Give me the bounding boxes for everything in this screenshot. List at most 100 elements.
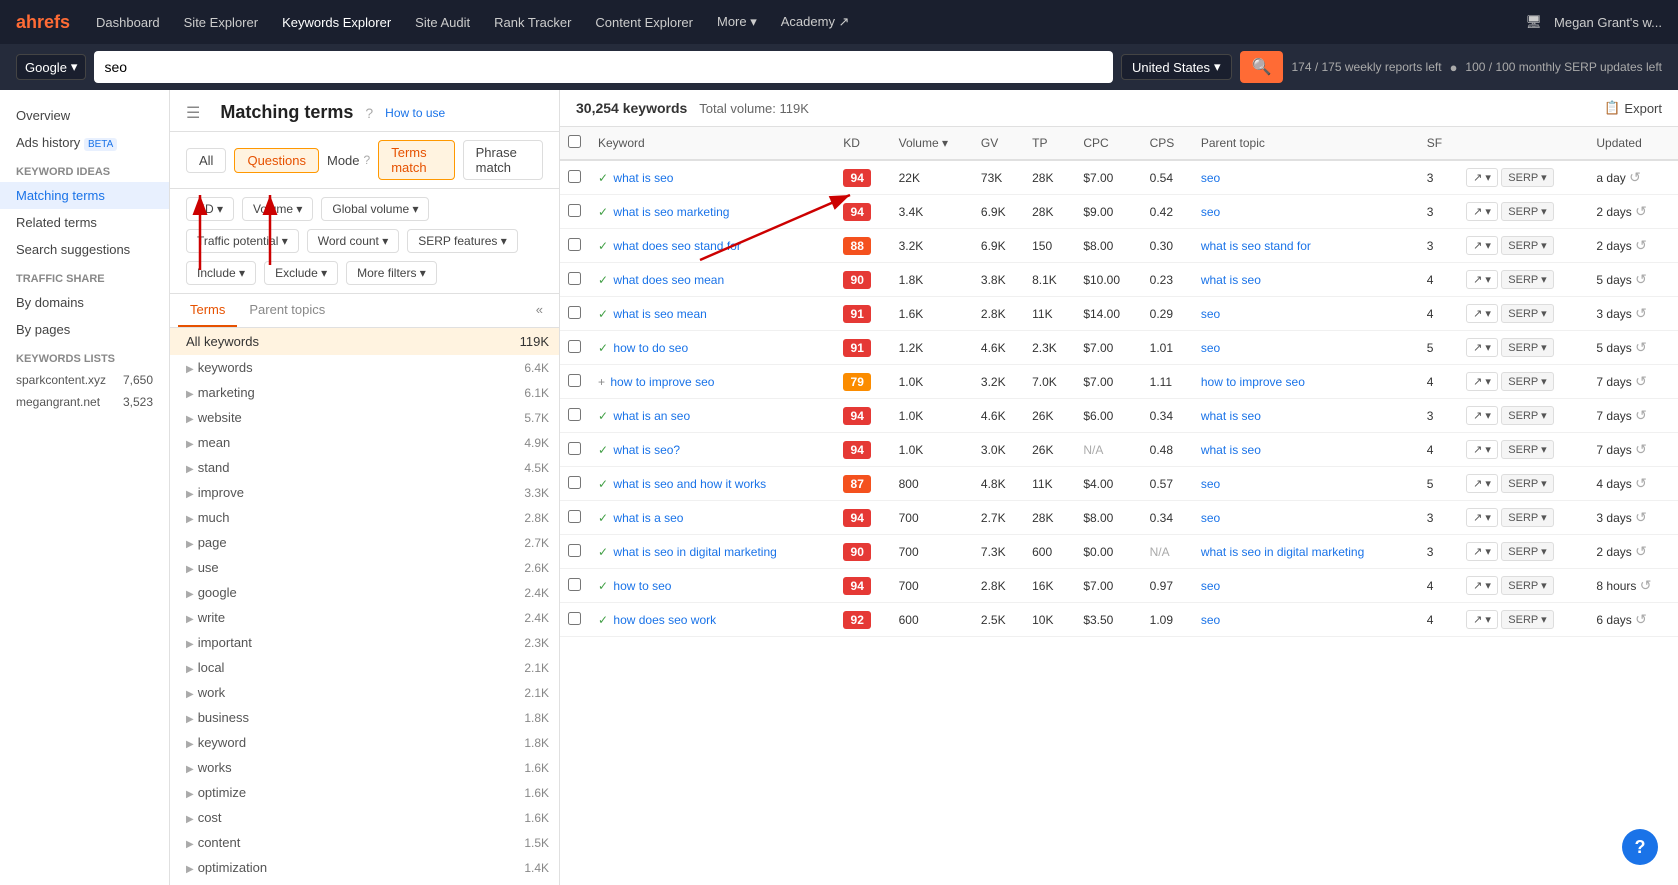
- kw-group-item[interactable]: ▶website5.7K: [170, 405, 559, 430]
- serp-button[interactable]: SERP ▾: [1501, 168, 1553, 187]
- kw-group-all[interactable]: All keywords 119K: [170, 328, 559, 355]
- keyword-link[interactable]: what is seo marketing: [613, 205, 729, 219]
- row-checkbox[interactable]: [568, 408, 581, 421]
- refresh-icon[interactable]: ↺: [1635, 475, 1647, 491]
- kw-group-item[interactable]: ▶mean4.9K: [170, 430, 559, 455]
- sidebar-item-by-pages[interactable]: By pages: [0, 316, 169, 343]
- trend-button[interactable]: ↗ ▾: [1466, 304, 1498, 323]
- parent-topic-link[interactable]: seo: [1201, 307, 1220, 321]
- serp-button[interactable]: SERP ▾: [1501, 440, 1553, 459]
- trend-button[interactable]: ↗ ▾: [1466, 270, 1498, 289]
- kw-group-item[interactable]: ▶optimization1.4K: [170, 855, 559, 880]
- refresh-icon[interactable]: ↺: [1635, 407, 1647, 423]
- serp-button[interactable]: SERP ▾: [1501, 304, 1553, 323]
- refresh-icon[interactable]: ↺: [1635, 509, 1647, 525]
- filter-word-count[interactable]: Word count ▾: [307, 229, 400, 253]
- row-checkbox[interactable]: [568, 476, 581, 489]
- kw-group-item[interactable]: ▶local2.1K: [170, 655, 559, 680]
- kw-tab-terms[interactable]: Terms: [178, 294, 237, 327]
- keyword-link[interactable]: what is a seo: [613, 511, 683, 525]
- kw-tab-parent-topics[interactable]: Parent topics: [237, 294, 337, 327]
- nav-site-audit[interactable]: Site Audit: [405, 11, 480, 34]
- kw-group-item[interactable]: ▶keywords6.4K: [170, 355, 559, 380]
- tab-terms-match[interactable]: Terms match: [378, 140, 454, 180]
- kw-group-item[interactable]: ▶find1.4K: [170, 880, 559, 885]
- filter-more[interactable]: More filters ▾: [346, 261, 437, 285]
- trend-button[interactable]: ↗ ▾: [1466, 576, 1498, 595]
- keyword-link[interactable]: how to seo: [613, 579, 671, 593]
- kw-group-item[interactable]: ▶work2.1K: [170, 680, 559, 705]
- how-to-link[interactable]: How to use: [385, 106, 445, 120]
- refresh-icon[interactable]: ↺: [1635, 271, 1647, 287]
- row-checkbox[interactable]: [568, 612, 581, 625]
- keyword-link[interactable]: how to do seo: [613, 341, 688, 355]
- sidebar-item-overview[interactable]: Overview: [0, 102, 169, 129]
- tab-phrase-match[interactable]: Phrase match: [463, 140, 543, 180]
- kw-group-item[interactable]: ▶improve3.3K: [170, 480, 559, 505]
- serp-button[interactable]: SERP ▾: [1501, 474, 1553, 493]
- parent-topic-link[interactable]: seo: [1201, 171, 1220, 185]
- filter-kd[interactable]: KD ▾: [186, 197, 234, 221]
- filter-serp-features[interactable]: SERP features ▾: [407, 229, 518, 253]
- filter-exclude[interactable]: Exclude ▾: [264, 261, 338, 285]
- serp-button[interactable]: SERP ▾: [1501, 576, 1553, 595]
- nav-content-explorer[interactable]: Content Explorer: [585, 11, 703, 34]
- serp-button[interactable]: SERP ▾: [1501, 406, 1553, 425]
- trend-button[interactable]: ↗ ▾: [1466, 372, 1498, 391]
- sidebar-item-related-terms[interactable]: Related terms: [0, 209, 169, 236]
- trend-button[interactable]: ↗ ▾: [1466, 542, 1498, 561]
- refresh-icon[interactable]: ↺: [1635, 339, 1647, 355]
- user-name[interactable]: Megan Grant's w...: [1554, 15, 1662, 30]
- col-kd[interactable]: KD: [835, 127, 890, 160]
- kw-group-item[interactable]: ▶much2.8K: [170, 505, 559, 530]
- parent-topic-link[interactable]: what is seo: [1201, 273, 1261, 287]
- tab-questions[interactable]: Questions: [234, 148, 319, 173]
- row-checkbox[interactable]: [568, 204, 581, 217]
- parent-topic-link[interactable]: what is seo: [1201, 443, 1261, 457]
- search-button[interactable]: 🔍: [1240, 51, 1284, 83]
- nav-more[interactable]: More ▾: [707, 10, 767, 34]
- refresh-icon[interactable]: ↺: [1635, 611, 1647, 627]
- kw-group-item[interactable]: ▶optimize1.6K: [170, 780, 559, 805]
- keyword-link[interactable]: what is seo mean: [613, 307, 706, 321]
- help-button[interactable]: ?: [1622, 829, 1658, 865]
- keyword-link[interactable]: what is seo in digital marketing: [613, 545, 776, 559]
- row-checkbox[interactable]: [568, 374, 581, 387]
- row-checkbox[interactable]: [568, 340, 581, 353]
- serp-button[interactable]: SERP ▾: [1501, 508, 1553, 527]
- keyword-link[interactable]: what is an seo: [613, 409, 690, 423]
- search-input[interactable]: [104, 59, 1103, 75]
- parent-topic-link[interactable]: what is seo stand for: [1201, 239, 1311, 253]
- kw-group-item[interactable]: ▶cost1.6K: [170, 805, 559, 830]
- parent-topic-link[interactable]: how to improve seo: [1201, 375, 1305, 389]
- parent-topic-link[interactable]: seo: [1201, 341, 1220, 355]
- serp-button[interactable]: SERP ▾: [1501, 202, 1553, 221]
- collapse-icon[interactable]: «: [528, 294, 551, 327]
- nav-keywords-explorer[interactable]: Keywords Explorer: [272, 11, 401, 34]
- keyword-link[interactable]: what is seo and how it works: [613, 477, 766, 491]
- sidebar-item-ads-history[interactable]: Ads history BETA: [0, 129, 169, 156]
- row-checkbox[interactable]: [568, 170, 581, 183]
- trend-button[interactable]: ↗ ▾: [1466, 440, 1498, 459]
- filter-include[interactable]: Include ▾: [186, 261, 256, 285]
- parent-topic-link[interactable]: seo: [1201, 579, 1220, 593]
- refresh-icon[interactable]: ↺: [1640, 577, 1652, 593]
- keyword-link[interactable]: how to improve seo: [610, 375, 714, 389]
- kw-group-item[interactable]: ▶keyword1.8K: [170, 730, 559, 755]
- keyword-link[interactable]: what does seo stand for: [613, 239, 740, 253]
- sidebar-list-megangrant[interactable]: megangrant.net 3,523: [0, 391, 169, 413]
- filter-volume[interactable]: Volume ▾: [242, 197, 313, 221]
- refresh-icon[interactable]: ↺: [1635, 543, 1647, 559]
- refresh-icon[interactable]: ↺: [1635, 441, 1647, 457]
- kw-group-item[interactable]: ▶write2.4K: [170, 605, 559, 630]
- engine-select[interactable]: Google ▾: [16, 54, 86, 80]
- filter-global-volume[interactable]: Global volume ▾: [321, 197, 429, 221]
- row-checkbox[interactable]: [568, 272, 581, 285]
- kw-group-item[interactable]: ▶use2.6K: [170, 555, 559, 580]
- filter-traffic-potential[interactable]: Traffic potential ▾: [186, 229, 299, 253]
- row-checkbox[interactable]: [568, 544, 581, 557]
- trend-button[interactable]: ↗ ▾: [1466, 338, 1498, 357]
- parent-topic-link[interactable]: seo: [1201, 613, 1220, 627]
- serp-button[interactable]: SERP ▾: [1501, 610, 1553, 629]
- serp-button[interactable]: SERP ▾: [1501, 270, 1553, 289]
